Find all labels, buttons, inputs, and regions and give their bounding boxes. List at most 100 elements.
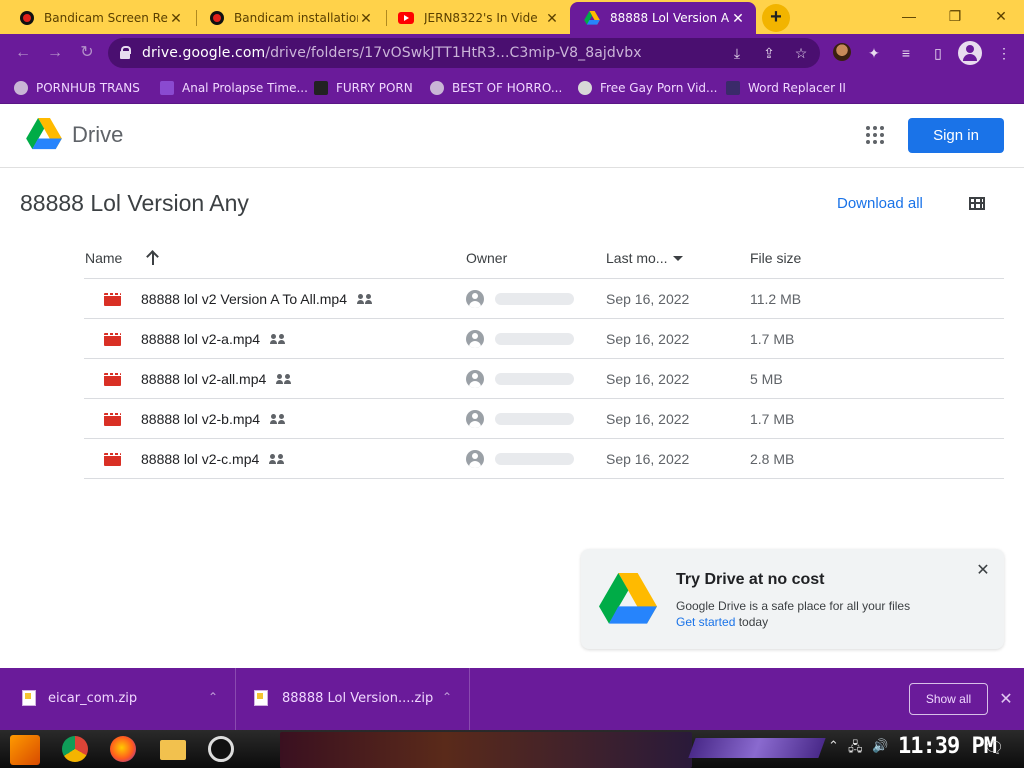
promo-cta-suffix: today <box>735 615 769 629</box>
tab-google-drive[interactable]: 88888 Lol Version An ✕ <box>570 2 756 34</box>
star-icon[interactable]: ☆ <box>792 44 810 62</box>
new-tab-button[interactable]: + <box>762 4 790 32</box>
reload-button[interactable]: ↻ <box>76 42 98 64</box>
download-shelf: eicar_com.zip ⌃ 88888 Lol Version....zip… <box>0 668 1024 730</box>
menu-kebab-icon[interactable]: ⋮ <box>994 43 1014 63</box>
share-icon[interactable]: ⇪ <box>760 44 778 62</box>
forward-button[interactable]: → <box>44 42 66 64</box>
tab-bandicam-installation[interactable]: Bandicam installation ✕ <box>196 2 384 34</box>
arrow-logo-icon <box>314 81 328 95</box>
taskbar-clock[interactable]: 11:39 PM <box>898 734 997 759</box>
chrome-icon[interactable] <box>62 736 88 762</box>
restore-button[interactable]: ❐ <box>932 0 978 32</box>
arrow-left-icon: ← <box>15 44 31 61</box>
download-file-name: 88888 Lol Version....zip <box>282 691 434 706</box>
file-size: 1.7 MB <box>750 411 795 427</box>
owner-name-placeholder <box>495 453 574 465</box>
bookmark-item[interactable]: Anal Prolapse Time... <box>160 79 308 97</box>
chevron-up-icon[interactable]: ⌃ <box>828 738 839 754</box>
media-queue-icon[interactable]: ≡ <box>896 43 916 63</box>
file-name: 88888 lol v2 Version A To All.mp4 <box>141 291 373 307</box>
bookmarks-bar: PORNHUB TRANS Anal Prolapse Time... FURR… <box>0 72 1024 104</box>
shared-people-icon <box>269 454 285 464</box>
last-modified: Sep 16, 2022 <box>606 371 690 387</box>
bookmark-label: Word Replacer II <box>748 81 846 95</box>
sign-in-button[interactable]: Sign in <box>908 118 1004 153</box>
bandicam-icon[interactable] <box>208 736 234 762</box>
bookmark-icon <box>160 81 174 95</box>
bookmark-label: PORNHUB TRANS <box>36 81 140 95</box>
column-header-owner: Owner <box>466 250 508 266</box>
back-button[interactable]: ← <box>12 42 34 64</box>
last-modified: Sep 16, 2022 <box>606 291 690 307</box>
minimize-button[interactable]: — <box>886 0 932 32</box>
owner-name-placeholder <box>495 413 574 425</box>
tab-title: Bandicam installation <box>234 11 358 25</box>
close-icon[interactable]: ✕ <box>998 689 1014 708</box>
google-drive-logo-icon[interactable] <box>26 118 62 150</box>
start-button[interactable] <box>10 735 40 765</box>
show-all-button[interactable]: Show all <box>909 683 988 715</box>
url-path: /drive/folders/17vOSwkJTT1HtR3...C3mip-V… <box>265 45 642 61</box>
tab-youtube[interactable]: JERN8322's In Vide ✕ <box>384 2 570 34</box>
browser-toolbar: ← → ↻ drive.google.com/drive/folders/17v… <box>0 34 1024 72</box>
download-item[interactable]: eicar_com.zip ⌃ <box>0 668 236 730</box>
owner-avatar-icon <box>466 290 484 308</box>
download-all-button[interactable]: Download all <box>837 195 923 212</box>
download-item[interactable]: 88888 Lol Version....zip ⌃ <box>236 668 470 730</box>
grid-view-icon[interactable] <box>969 197 985 210</box>
volume-icon[interactable]: 🔊 <box>872 738 888 754</box>
app-name: Drive <box>72 122 124 147</box>
bookmark-item[interactable]: BEST OF HORRO... <box>430 79 562 97</box>
install-icon[interactable]: ⤓ <box>728 44 746 62</box>
google-apps-grid-icon[interactable] <box>866 126 884 144</box>
url-text[interactable]: drive.google.com/drive/folders/17vOSwkJT… <box>142 45 642 61</box>
shared-people-icon <box>276 374 292 384</box>
file-row[interactable]: 88888 lol v2-c.mp4 Sep 16, 2022 2.8 MB <box>84 439 1004 479</box>
bookmark-item[interactable]: Free Gay Porn Vid... <box>578 79 717 97</box>
globe-icon <box>430 81 444 95</box>
bookmark-item[interactable]: PORNHUB TRANS <box>14 79 140 97</box>
file-size: 11.2 MB <box>750 291 802 307</box>
network-icon[interactable]: 🖧 <box>848 738 863 760</box>
chevron-up-icon[interactable]: ⌃ <box>206 690 220 704</box>
file-name-text: 88888 lol v2-all.mp4 <box>141 371 267 387</box>
tab-close-icon[interactable]: ✕ <box>358 10 374 27</box>
tab-close-icon[interactable]: ✕ <box>544 10 560 27</box>
bookmark-label: Anal Prolapse Time... <box>182 81 308 95</box>
extension-avatar-icon[interactable] <box>833 43 851 61</box>
file-row[interactable]: 88888 lol v2-a.mp4 Sep 16, 2022 1.7 MB <box>84 319 1004 359</box>
firefox-icon[interactable] <box>110 736 136 762</box>
promo-cta: Get started today <box>676 615 768 629</box>
tab-bandicam-screen-recorder[interactable]: Bandicam Screen Rec ✕ <box>6 2 194 34</box>
close-icon[interactable]: ✕ <box>975 563 991 579</box>
file-name-text: 88888 lol v2-a.mp4 <box>141 331 261 347</box>
notifications-icon[interactable]: 🗨 <box>984 738 1004 758</box>
wr-icon <box>726 81 740 95</box>
extensions-puzzle-icon[interactable]: ✦ <box>864 43 884 63</box>
column-header-name[interactable]: Name <box>85 250 122 266</box>
get-started-link[interactable]: Get started <box>676 615 735 629</box>
tab-close-icon[interactable]: ✕ <box>730 10 746 27</box>
bookmark-item[interactable]: FURRY PORN <box>314 79 413 97</box>
tab-title: Bandicam Screen Rec <box>44 11 168 25</box>
bookmark-item[interactable]: Word Replacer II <box>726 79 846 97</box>
side-panel-icon[interactable]: ▯ <box>928 43 948 63</box>
owner-avatar-icon <box>466 370 484 388</box>
divider <box>84 478 1004 479</box>
close-window-button[interactable]: ✕ <box>978 0 1024 32</box>
file-row[interactable]: 88888 lol v2-all.mp4 Sep 16, 2022 5 MB <box>84 359 1004 399</box>
sort-ascending-icon[interactable] <box>146 250 160 266</box>
address-bar[interactable]: drive.google.com/drive/folders/17vOSwkJT… <box>108 38 820 68</box>
tab-close-icon[interactable]: ✕ <box>168 10 184 27</box>
profile-avatar-icon[interactable] <box>958 41 982 65</box>
file-row[interactable]: 88888 lol v2 Version A To All.mp4 Sep 16… <box>84 279 1004 319</box>
file-row[interactable]: 88888 lol v2-b.mp4 Sep 16, 2022 1.7 MB <box>84 399 1004 439</box>
last-modified: Sep 16, 2022 <box>606 331 690 347</box>
file-name: 88888 lol v2-c.mp4 <box>141 451 285 467</box>
column-header-last-modified[interactable]: Last mo... <box>606 250 684 266</box>
google-drive-logo-icon <box>599 573 657 624</box>
taskbar-window-preview[interactable] <box>280 732 692 768</box>
file-explorer-icon[interactable] <box>160 740 186 760</box>
chevron-up-icon[interactable]: ⌃ <box>440 690 454 704</box>
